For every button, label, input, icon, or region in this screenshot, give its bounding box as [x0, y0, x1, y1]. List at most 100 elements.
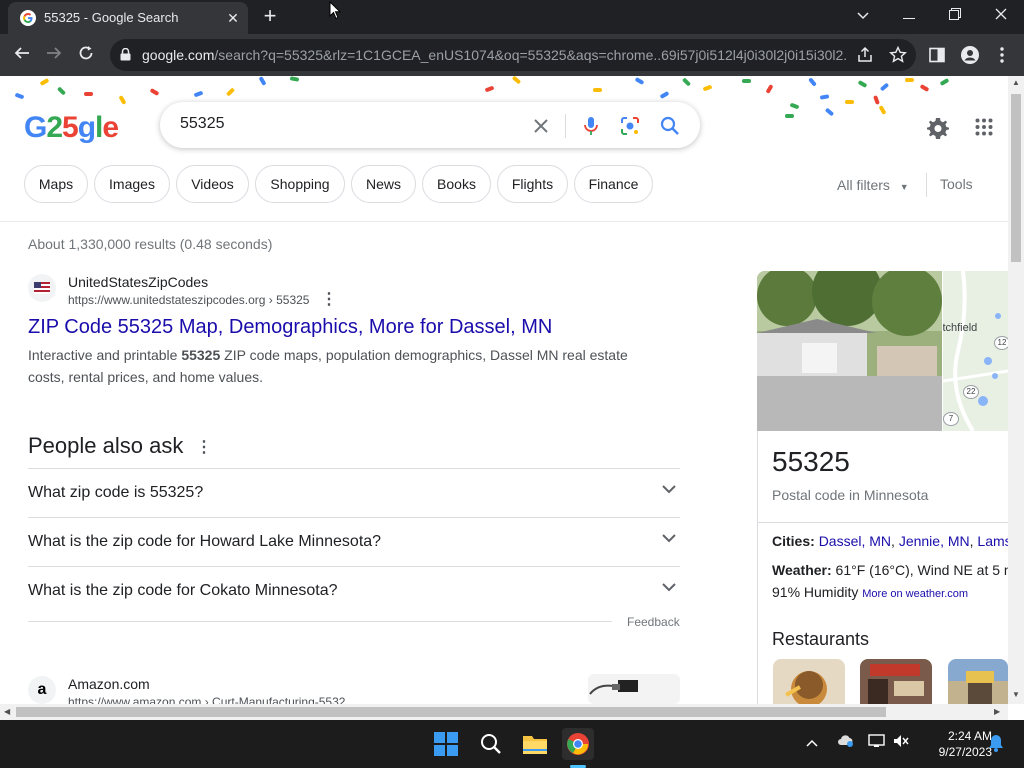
result-site-name[interactable]: UnitedStatesZipCodes: [68, 274, 208, 290]
chevron-down-icon: [662, 583, 676, 592]
back-arrow-icon[interactable]: [10, 43, 34, 67]
paa-question[interactable]: What is the zip code for Cokato Minnesot…: [28, 566, 680, 615]
scroll-down-arrow-icon[interactable]: ▼: [1012, 690, 1020, 699]
google-lens-icon[interactable]: [619, 115, 641, 137]
kp-map-graphic: [943, 271, 1008, 431]
kp-map-place-label: itchfield: [943, 322, 978, 334]
clear-search-icon[interactable]: [530, 115, 552, 137]
profile-avatar-icon[interactable]: [961, 46, 979, 64]
kp-city-link[interactable]: Dassel, MN: [819, 533, 891, 549]
result-url[interactable]: https://www.unitedstateszipcodes.org › 5…: [68, 293, 309, 307]
browser-toolbar: google.com/search?q=55325&rlz=1C1GCEA_en…: [0, 34, 1024, 76]
result-thumbnail[interactable]: [588, 674, 680, 704]
searchbox-divider: [565, 114, 566, 138]
restaurant-thumbnail[interactable]: [948, 659, 1008, 704]
restore-icon[interactable]: [941, 4, 969, 28]
result-url[interactable]: https://www.amazon.com › Curt-Manufactur…: [68, 695, 355, 704]
tab-strip: 55325 - Google Search ✕ +: [0, 0, 1024, 34]
reload-icon[interactable]: [74, 43, 98, 67]
tray-overflow-chevron-icon[interactable]: [806, 734, 818, 750]
restaurant-thumbnail[interactable]: [773, 659, 845, 704]
result-more-options-icon[interactable]: ⋮: [321, 289, 337, 309]
google-apps-grid-icon[interactable]: [975, 118, 993, 136]
chip-finance[interactable]: Finance: [574, 165, 653, 203]
clock-time: 2:24 AM: [947, 729, 992, 743]
lock-icon[interactable]: [120, 48, 131, 61]
search-box[interactable]: 55325: [160, 102, 700, 148]
kp-city-link[interactable]: Jennie, MN: [899, 533, 970, 549]
result-title-link[interactable]: ZIP Code 55325 Map, Demographics, More f…: [28, 316, 552, 339]
scroll-left-arrow-icon[interactable]: ◀: [4, 707, 10, 716]
vertical-scroll-thumb[interactable]: [1011, 94, 1021, 262]
url-domain: google.com: [142, 47, 215, 63]
taskbar-search-icon[interactable]: [475, 728, 507, 760]
volume-muted-icon[interactable]: [893, 734, 909, 751]
kp-weather-label: Weather:: [772, 562, 832, 578]
tab-close-icon[interactable]: ✕: [224, 9, 242, 27]
onedrive-cloud-icon[interactable]: [837, 734, 855, 751]
google-doodle-logo[interactable]: G25gle: [24, 111, 119, 145]
browser-tab[interactable]: 55325 - Google Search ✕: [8, 2, 248, 34]
chip-news[interactable]: News: [351, 165, 416, 203]
dropdown-arrow-icon: ▼: [899, 182, 909, 192]
chip-flights[interactable]: Flights: [497, 165, 568, 203]
windows-start-icon[interactable]: [430, 728, 462, 760]
result-site-name[interactable]: Amazon.com: [68, 676, 150, 692]
paa-question-text: What is the zip code for Cokato Minnesot…: [28, 582, 338, 599]
kp-divider: [757, 522, 1008, 523]
scroll-up-arrow-icon[interactable]: ▲: [1012, 78, 1020, 87]
search-input[interactable]: 55325: [180, 115, 225, 133]
chip-images[interactable]: Images: [94, 165, 170, 203]
restaurant-thumbnail[interactable]: [860, 659, 932, 704]
url-path: /search?q=55325&rlz=1C1GCEA_enUS1074&oq=…: [214, 47, 847, 63]
new-tab-plus-icon[interactable]: +: [258, 5, 282, 28]
feedback-link[interactable]: Feedback: [627, 615, 680, 629]
kp-weather-fact: Weather: 61°F (16°C), Wind NE at 5 m: [772, 562, 1008, 578]
kp-humidity-fact: 91% Humidity More on weather.com: [772, 584, 968, 600]
taskbar-clock[interactable]: 2:24 AM 9/27/2023: [916, 728, 992, 760]
all-filters-button[interactable]: All filters ▼: [837, 177, 909, 193]
result-snippet: Interactive and printable 55325 ZIP code…: [28, 344, 648, 388]
kp-city-link[interactable]: Lams: [977, 533, 1008, 549]
paa-more-options-icon[interactable]: ⋮: [196, 437, 212, 457]
chrome-taskbar-icon[interactable]: [562, 728, 594, 760]
kp-restaurants-heading: Restaurants: [772, 629, 870, 649]
minimize-icon[interactable]: [895, 4, 923, 28]
chip-videos[interactable]: Videos: [176, 165, 249, 203]
mouse-cursor-icon: [329, 1, 341, 20]
screen: 55325 - Google Search ✕ + google.com/sea…: [0, 0, 1024, 768]
tools-button[interactable]: Tools: [940, 176, 973, 192]
horizontal-scroll-thumb[interactable]: [16, 707, 886, 717]
kp-map[interactable]: itchfield 12 22 7: [943, 271, 1008, 431]
side-panel-icon[interactable]: [929, 47, 945, 63]
tab-search-chevron-icon[interactable]: [849, 4, 877, 28]
chrome-menu-icon[interactable]: [1000, 47, 1004, 63]
url-text[interactable]: google.com/search?q=55325&rlz=1C1GCEA_en…: [142, 47, 847, 63]
file-explorer-icon[interactable]: [519, 728, 551, 760]
kp-house-photo[interactable]: [757, 271, 942, 431]
horizontal-scrollbar[interactable]: ◀ ▶: [0, 704, 1008, 720]
chip-shopping[interactable]: Shopping: [255, 165, 345, 203]
network-icon[interactable]: [868, 734, 886, 751]
paa-question[interactable]: What is the zip code for Howard Lake Min…: [28, 517, 680, 566]
notification-bell-icon[interactable]: [988, 734, 1004, 755]
paa-question[interactable]: What zip code is 55325?: [28, 468, 680, 517]
voice-search-mic-icon[interactable]: [580, 115, 602, 137]
forward-arrow-icon[interactable]: [42, 43, 66, 67]
kp-weather-link[interactable]: More on weather.com: [862, 588, 968, 600]
search-submit-icon[interactable]: [659, 115, 681, 137]
amazon-favicon-icon: a: [28, 676, 56, 704]
chevron-down-icon: [662, 534, 676, 543]
close-window-icon[interactable]: [987, 4, 1015, 28]
scroll-right-arrow-icon[interactable]: ▶: [994, 707, 1000, 716]
share-icon[interactable]: [856, 46, 874, 64]
chip-books[interactable]: Books: [422, 165, 491, 203]
address-bar[interactable]: google.com/search?q=55325&rlz=1C1GCEA_en…: [110, 39, 916, 71]
chip-maps[interactable]: Maps: [24, 165, 88, 203]
bookmark-star-icon[interactable]: [889, 46, 907, 64]
kp-humidity: 91% Humidity: [772, 584, 859, 600]
vertical-scrollbar[interactable]: ▲ ▼: [1008, 76, 1024, 704]
search-results-page: G25gle 55325 Maps Images Videos Shopping…: [0, 76, 1008, 704]
clock-date: 9/27/2023: [938, 745, 992, 759]
settings-gear-icon[interactable]: [926, 116, 950, 140]
